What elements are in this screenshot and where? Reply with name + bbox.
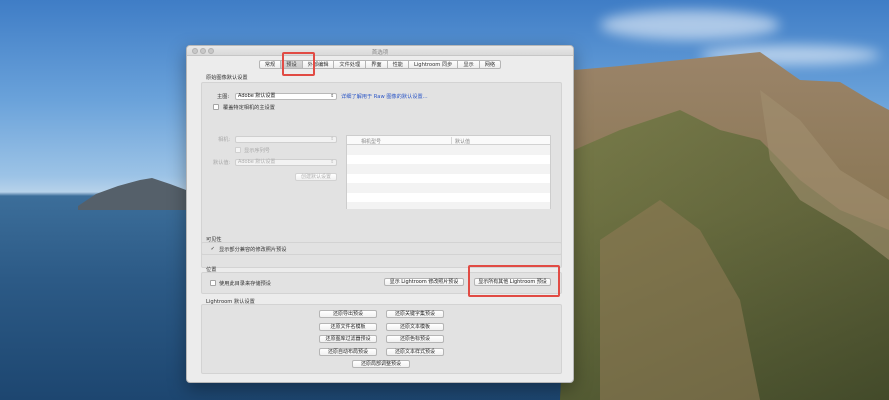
table-row [347,164,550,174]
default-label: 默认值: [213,160,231,166]
chevron-updown-icon: ⇕ [330,94,334,99]
tab-network[interactable]: 网络 [479,60,502,69]
restore-auto-layout-presets-button[interactable]: 还原自动布局预设 [319,347,377,356]
default-select-value: Adobe 默认设置 [238,159,276,165]
window-title: 首选项 [371,49,389,56]
create-default-button[interactable]: 创建默认设置 [295,173,337,181]
master-select-value: Adobe 默认设置 [238,93,276,99]
title-bar: 首选项 [187,46,573,56]
preferences-tabs: 常规 预设 外部编辑 文件处理 界面 性能 Lightroom 同步 显示 网络 [187,60,573,69]
show-serial-checkbox[interactable] [235,147,241,153]
table-row [347,193,550,203]
visibility-group: ✓ 显示部分兼容的修改照片预设 [201,242,562,255]
tab-general[interactable]: 常规 [258,60,282,69]
tab-file-handling[interactable]: 文件处理 [334,60,367,69]
table-row [347,145,550,155]
store-presets-checkbox[interactable] [210,280,216,286]
restore-local-adjustment-presets-button[interactable]: 还原局部调整预设 [352,360,410,368]
preferences-window: 首选项 常规 预设 外部编辑 文件处理 界面 性能 Lightroom 同步 显… [186,45,574,383]
learn-more-link[interactable]: 详细了解用于 Raw 图像的默认设置... [341,93,428,100]
presets-tab-highlight [282,52,315,76]
restore-text-style-presets-button[interactable]: 还原文本样式预设 [386,347,444,356]
chevron-updown-icon: ⇕ [330,160,334,165]
show-serial-label: 显示序列号 [244,148,270,154]
override-camera-label: 覆盖特定相机的主设置 [223,105,275,111]
column-camera-model[interactable]: 相机型号 [361,138,381,145]
restore-color-label-presets-button[interactable]: 还原色标预设 [386,335,444,343]
restore-filename-templates-button[interactable]: 还原文件名模板 [319,322,377,331]
camera-label: 相机: [218,137,231,143]
override-camera-checkbox[interactable] [213,104,219,110]
column-divider [451,137,452,144]
restore-export-presets-button[interactable]: 还原导出预设 [319,310,377,318]
tab-display[interactable]: 显示 [458,60,480,69]
table-header: 相机型号 默认值 [347,136,550,145]
show-all-presets-highlight [468,265,560,297]
store-presets-label: 使用此目录来存储预设 [219,281,271,287]
raw-defaults-title: 原始图像默认设置 [206,75,248,81]
table-row [347,155,550,165]
camera-defaults-table: 相机型号 默认值 [346,135,551,209]
camera-select[interactable]: ⇕ [235,136,337,143]
table-row [347,183,550,193]
tab-lightroom-sync[interactable]: Lightroom 同步 [408,60,459,69]
show-lr-develop-presets-button[interactable]: 显示 Lightroom 修改照片预设 [384,277,464,286]
restore-text-templates-button[interactable]: 还原文本模板 [386,322,444,331]
master-label: 主图: [217,94,230,100]
table-row [347,202,550,209]
restore-keyword-set-presets-button[interactable]: 还原关键字集预设 [386,310,444,318]
show-partial-compatible-label: 显示部分兼容的修改照片预设 [219,247,287,253]
chevron-updown-icon: ⇕ [330,137,334,142]
lr-defaults-group: 还原导出预设 还原关键字集预设 还原文件名模板 还原文本模板 还原图库过滤器预设… [201,304,562,374]
default-select[interactable]: Adobe 默认设置 ⇕ [235,159,337,166]
tab-interface[interactable]: 界面 [366,60,388,69]
column-default-value[interactable]: 默认值 [455,138,470,145]
restore-library-filter-presets-button[interactable]: 还原图库过滤器预设 [319,335,377,343]
tab-performance[interactable]: 性能 [387,60,409,69]
table-row [347,174,550,184]
master-select[interactable]: Adobe 默认设置 ⇕ [235,93,337,100]
show-partial-compatible-checkbox[interactable]: ✓ [210,246,216,253]
